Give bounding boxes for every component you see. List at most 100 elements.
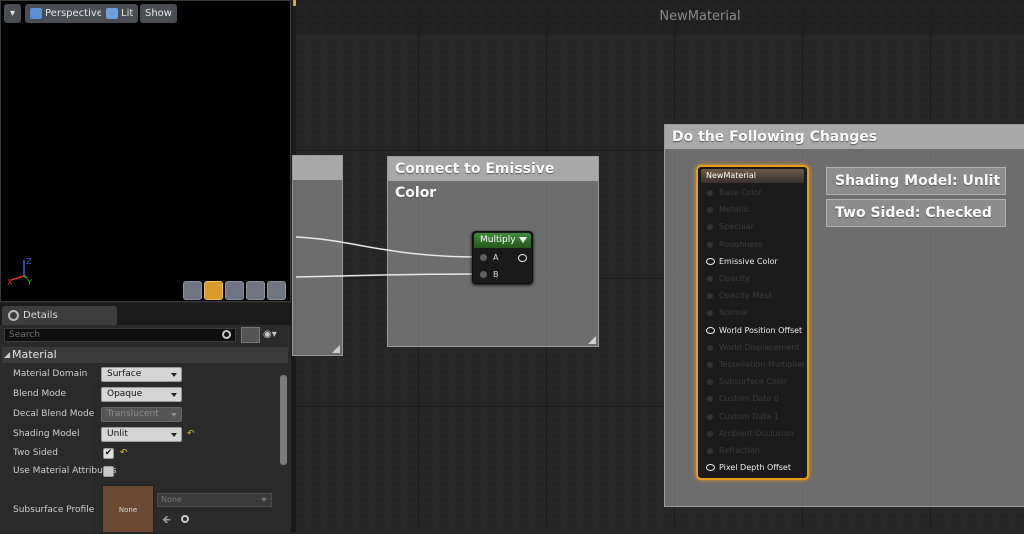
material-pin-label: Custom Data 0 xyxy=(719,394,779,404)
material-pin[interactable]: Custom Data 1 xyxy=(706,408,779,425)
pin-icon[interactable] xyxy=(707,448,713,454)
pin-icon[interactable] xyxy=(707,362,713,368)
material-pin-label: Base Color xyxy=(719,188,762,197)
pin-icon[interactable] xyxy=(707,276,713,282)
resize-handle-icon[interactable] xyxy=(588,336,596,344)
details-tab[interactable]: Details xyxy=(2,306,117,325)
pin-icon[interactable] xyxy=(707,190,713,196)
preview-cylinder-button[interactable] xyxy=(183,281,202,300)
multiply-node-header[interactable]: Multiply xyxy=(474,233,531,248)
blend-mode-combo[interactable]: Opaque xyxy=(101,387,182,402)
material-pin[interactable]: Roughness xyxy=(706,236,763,253)
material-pin[interactable]: Opacity xyxy=(706,270,750,287)
preview-sphere-button[interactable] xyxy=(204,281,223,300)
perspective-label: Perspective xyxy=(45,8,103,19)
material-pin[interactable]: Pixel Depth Offset xyxy=(706,459,791,476)
material-section-header[interactable]: ◢ Material xyxy=(2,347,288,363)
material-pin[interactable]: Specular xyxy=(706,218,754,235)
subsurface-profile-combo[interactable]: None xyxy=(157,493,272,507)
viewport[interactable]: ▾ Perspective Lit Show Z X Y xyxy=(0,0,291,302)
material-pin[interactable]: Normal xyxy=(706,304,748,321)
pin-icon[interactable] xyxy=(707,293,713,300)
pin-icon[interactable] xyxy=(707,310,713,317)
wire-to-b xyxy=(296,273,481,278)
pin-icon[interactable] xyxy=(707,413,713,420)
combo-value: Unlit xyxy=(107,429,128,439)
resize-handle-icon[interactable] xyxy=(332,345,340,353)
browse-search-icon[interactable] xyxy=(181,515,189,523)
pin-icon[interactable] xyxy=(707,207,713,214)
thumbnail-label: None xyxy=(118,506,138,514)
use-selected-arrow-icon[interactable]: 🡸 xyxy=(162,511,171,530)
chevron-down-icon xyxy=(261,498,267,502)
lit-button[interactable]: Lit xyxy=(101,4,139,23)
multiply-node-title: Multiply xyxy=(480,235,516,245)
prop-shading-model: Shading Model Unlit ↶ xyxy=(2,425,280,445)
pin-icon[interactable] xyxy=(707,396,713,403)
pin-icon[interactable] xyxy=(706,464,715,472)
preview-mesh-button[interactable] xyxy=(267,281,286,300)
pin-icon[interactable] xyxy=(707,224,713,231)
lit-label: Lit xyxy=(121,8,134,19)
axis-x-label: X xyxy=(7,278,13,286)
pin-icon[interactable] xyxy=(707,379,713,386)
change-note-two-sided[interactable]: Two Sided: Checked xyxy=(826,199,1006,227)
prop-label: Shading Model xyxy=(13,429,80,439)
material-pin[interactable]: Emissive Color xyxy=(706,253,778,270)
material-pin[interactable]: Tessellation Multiplier xyxy=(706,356,805,373)
chevron-down-icon: ▾ xyxy=(9,8,16,19)
material-pin-label: Ambient Occlusion xyxy=(719,428,794,438)
material-pin[interactable]: Custom Data 0 xyxy=(706,390,779,407)
details-panel: Details Search ◉▾ ◢ Material Material Do… xyxy=(0,303,291,533)
search-icon[interactable] xyxy=(222,330,231,339)
prop-use-material-attributes: Use Material Attributes xyxy=(2,462,280,482)
material-pin[interactable]: Metallic xyxy=(706,201,750,218)
chevron-down-icon[interactable] xyxy=(519,237,527,243)
pin-a-icon[interactable] xyxy=(480,254,487,261)
material-pin[interactable]: Subsurface Color xyxy=(706,373,787,390)
pin-a[interactable]: A xyxy=(480,251,498,264)
pin-b-icon[interactable] xyxy=(480,271,487,278)
search-input[interactable]: Search xyxy=(4,328,236,342)
output-pin-icon[interactable] xyxy=(518,254,527,262)
material-domain-combo[interactable]: Surface xyxy=(101,367,182,382)
material-node-title[interactable]: NewMaterial xyxy=(701,169,804,183)
viewport-menu-button[interactable]: ▾ xyxy=(4,4,21,23)
preview-cube-button[interactable] xyxy=(246,281,265,300)
prop-label: Decal Blend Mode xyxy=(13,409,95,419)
shading-model-combo[interactable]: Unlit xyxy=(101,427,182,442)
material-pin[interactable]: Base Color xyxy=(706,184,762,201)
eye-icon[interactable]: ◉▾ xyxy=(263,330,285,340)
material-pin[interactable]: Ambient Occlusion xyxy=(706,425,794,442)
comment-header[interactable]: Do the Following Changes xyxy=(665,125,1024,149)
pin-icon[interactable] xyxy=(707,344,713,351)
material-pin[interactable]: Refraction xyxy=(706,442,760,459)
reset-to-default-icon[interactable]: ↶ xyxy=(187,429,195,439)
multiply-node[interactable]: Multiply A B xyxy=(472,231,533,284)
material-pin[interactable]: World Displacement xyxy=(706,339,799,356)
use-material-attributes-checkbox[interactable] xyxy=(103,466,114,477)
chevron-down-icon xyxy=(171,413,177,417)
material-result-node[interactable]: NewMaterial Base Color Metallic Specular Ro… xyxy=(696,165,809,480)
pin-b[interactable]: B xyxy=(480,268,499,281)
subsurface-profile-thumbnail[interactable]: None xyxy=(102,485,154,533)
details-scrollbar[interactable] xyxy=(280,375,287,465)
material-pin[interactable]: Opacity Mask xyxy=(706,287,773,304)
combo-value: Surface xyxy=(107,369,142,379)
show-button[interactable]: Show xyxy=(140,4,177,23)
pin-icon[interactable] xyxy=(706,326,715,334)
pin-icon[interactable] xyxy=(706,257,715,265)
preview-plane-button[interactable] xyxy=(225,281,244,300)
change-note-shading[interactable]: Shading Model: Unlit xyxy=(826,167,1006,195)
pin-icon[interactable] xyxy=(707,430,713,437)
show-label: Show xyxy=(145,8,172,19)
material-pin[interactable]: World Position Offset xyxy=(706,322,802,339)
material-pin-label: Normal xyxy=(719,308,748,318)
prop-label: Subsurface Profile xyxy=(13,505,95,515)
two-sided-checkbox[interactable]: ✔ xyxy=(103,448,114,459)
property-matrix-icon[interactable] xyxy=(241,327,260,343)
reset-to-default-icon[interactable]: ↶ xyxy=(120,448,128,458)
material-pin-label: Tessellation Multiplier xyxy=(719,360,806,369)
pin-icon[interactable] xyxy=(707,241,713,248)
perspective-button[interactable]: Perspective xyxy=(25,4,108,23)
